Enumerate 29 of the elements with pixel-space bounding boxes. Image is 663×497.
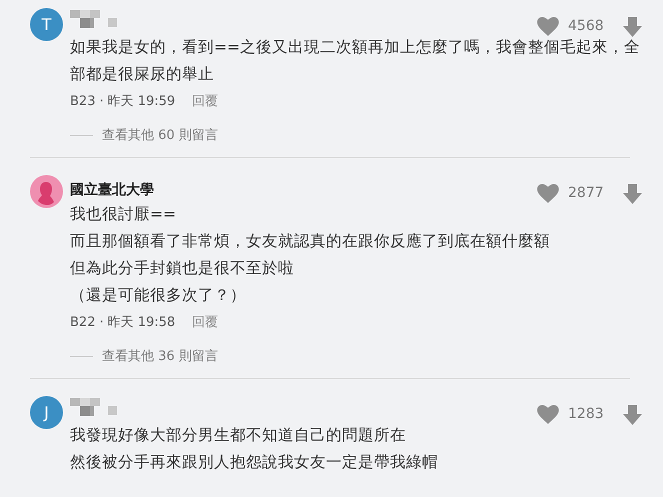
down-arrow-icon[interactable] [623, 404, 642, 424]
avatar: J [30, 396, 63, 429]
heart-icon[interactable] [537, 184, 559, 203]
like-count: 2877 [568, 184, 605, 203]
view-more-replies[interactable]: 查看其他 36 則留言 [102, 346, 218, 366]
like-count: 4568 [568, 17, 605, 36]
post-time: 昨天 19:58 [108, 314, 176, 332]
separator-dot: · [99, 314, 104, 332]
comment-text: 然後被分手再來跟別人抱怨說我女友一定是帶我綠帽 [70, 452, 439, 473]
reply-link[interactable]: 回覆 [192, 313, 218, 332]
separator-dot: · [99, 93, 104, 111]
view-more-replies[interactable]: 查看其他 60 則留言 [102, 126, 218, 145]
like-count: 1283 [568, 405, 605, 424]
comment-text: （還是可能很多次了？） [70, 285, 247, 306]
author-name[interactable]: 國立臺北大學 [70, 182, 154, 198]
comment-text: 我也很討厭== [70, 204, 177, 225]
reply-link[interactable]: 回覆 [192, 92, 218, 112]
post-time: 昨天 19:59 [108, 93, 176, 111]
avatar: T [30, 8, 63, 41]
heart-icon[interactable] [537, 405, 559, 424]
down-arrow-icon[interactable] [623, 184, 642, 204]
comment-text: 而且那個額看了非常煩，女友就認真的在跟你反應了到底在額什麼額 [70, 231, 551, 252]
down-arrow-icon[interactable] [623, 16, 642, 36]
floor-label: B22 [70, 314, 96, 332]
comment-text: 但為此分手封鎖也是很不至於啦 [70, 258, 295, 279]
floor-label: B23 [70, 93, 96, 111]
comment-text: 我發現好像大部分男生都不知道自己的問題所在 [70, 425, 407, 446]
comment-text: 如果我是女的，看到==之後又出現二次額再加上怎麼了嗎，我會整個毛起來，全部都是很屎尿的舉止 [70, 37, 641, 85]
heart-icon[interactable] [537, 17, 559, 36]
